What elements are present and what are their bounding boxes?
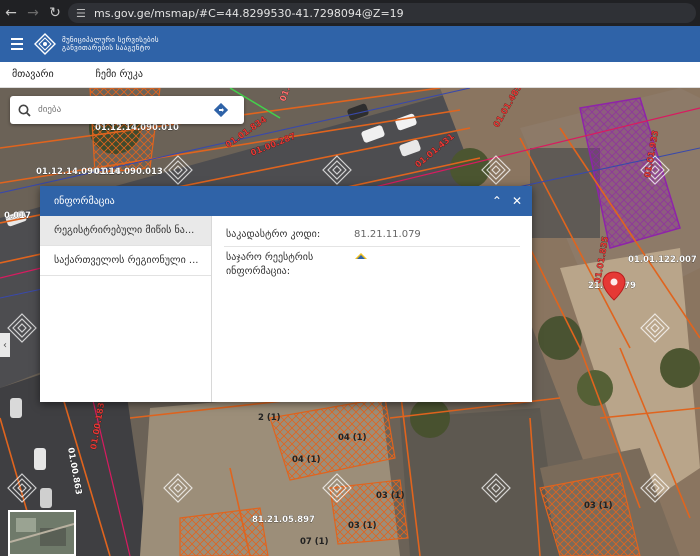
layer-list: რეგისტრირებული მიწის ნა... საქართველოს რ… — [40, 216, 212, 402]
browser-toolbar: ← → ↻ ☰ ms.gov.ge/msmap/#C=44.8299530-41… — [0, 0, 700, 26]
info-dialog: ინფორმაცია ⌃ ✕ რეგისტრირებული მიწის ნა..… — [40, 186, 532, 402]
forward-icon[interactable]: → — [22, 0, 44, 26]
search-input[interactable] — [38, 105, 208, 115]
brand-line-2: განვითარების სააგენტო — [62, 44, 151, 52]
map-label: 03 (1) — [376, 491, 405, 501]
map-label: 03 (1) — [584, 501, 613, 511]
map-label: 01.14.090.013 — [94, 167, 163, 177]
site-info-icon[interactable]: ☰ — [76, 7, 94, 20]
reload-icon[interactable]: ↻ — [44, 0, 66, 26]
app-header: მუნიციპალური სერვისების განვითარების საა… — [0, 26, 700, 62]
attribute-key: საკადასტრო კოდი: — [226, 229, 321, 240]
menu-item-my-map[interactable]: ჩემი რუკა — [96, 69, 143, 80]
search-icon[interactable] — [10, 104, 38, 117]
registry-link-icon[interactable] — [354, 251, 368, 261]
map-label: 2 (1) — [258, 413, 281, 423]
map-label: 04 (1) — [292, 455, 321, 465]
map-search — [10, 96, 244, 124]
attribute-value[interactable] — [354, 251, 368, 279]
basemap-switcher[interactable] — [8, 510, 76, 556]
map-label: 03 (1) — [348, 521, 377, 531]
attribute-table: საკადასტრო კოდი: 81.21.11.079 საჯარო რეე… — [212, 216, 532, 402]
map-label: 81.21.05.897 — [252, 515, 315, 525]
directions-icon[interactable] — [214, 103, 228, 117]
attribute-key: საჯარო რეესტრის ინფორმაცია: — [226, 252, 314, 277]
dialog-header: ინფორმაცია ⌃ ✕ — [40, 186, 532, 216]
back-icon[interactable]: ← — [0, 0, 22, 26]
map-label: 01.01.122.007 — [628, 255, 697, 265]
address-bar[interactable]: ☰ ms.gov.ge/msmap/#C=44.8299530-41.72980… — [68, 3, 696, 23]
attribute-row: საჯარო რეესტრის ინფორმაცია: — [224, 247, 520, 283]
brand-line-1: მუნიციპალური სერვისების — [62, 36, 159, 44]
attribute-row: საკადასტრო კოდი: 81.21.11.079 — [224, 224, 520, 247]
brand-title: მუნიციპალური სერვისების განვითარების საა… — [62, 36, 159, 52]
close-icon[interactable]: ✕ — [512, 194, 522, 208]
map-label: 07 (1) — [300, 537, 329, 547]
side-panel-toggle[interactable]: ‹ — [0, 333, 10, 357]
dialog-title: ინფორმაცია — [54, 195, 115, 207]
menu-icon[interactable] — [0, 26, 34, 62]
menu-item-home[interactable]: მთავარი — [12, 69, 54, 80]
layer-item-regional[interactable]: საქართველოს რეგიონული ... — [40, 246, 211, 276]
collapse-icon[interactable]: ⌃ — [492, 194, 502, 208]
agency-logo — [34, 33, 56, 55]
url-text: ms.gov.ge/msmap/#C=44.8299530-41.7298094… — [94, 6, 404, 20]
map-label: 04 (1) — [338, 433, 367, 443]
main-menu: მთავარი ჩემი რუკა — [0, 62, 700, 88]
map-label: 01.12.14.090.010 — [95, 123, 179, 133]
attribute-value[interactable]: 81.21.11.079 — [354, 228, 421, 242]
map-label: 0.017 — [4, 211, 31, 221]
layer-item-registered-land[interactable]: რეგისტრირებული მიწის ნა... — [40, 216, 211, 246]
